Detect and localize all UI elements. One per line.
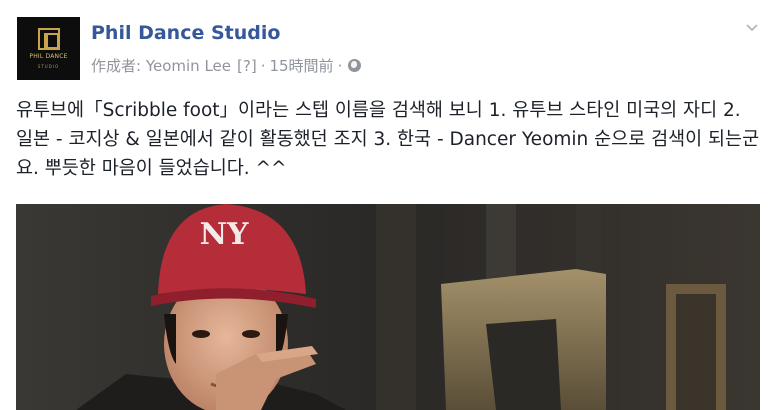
logo-subtext: STUDIO [37,64,60,69]
page-avatar[interactable]: PHIL DANCE STUDIO [17,17,80,80]
help-marker[interactable]: [?] [237,57,257,75]
post-meta: 作成者: Yeomin Lee [?] · 15時間前 · [91,55,362,76]
chevron-down-icon[interactable] [746,21,758,33]
cap-logo: NY [200,217,249,252]
post-timestamp[interactable]: 15時間前 [269,55,333,76]
post-body: 유투브에「Scribble foot」이라는 스텝 이름을 검색해 보니 1. … [16,100,760,179]
post-video-thumbnail[interactable]: NY [16,204,760,410]
meta-separator: · [260,56,266,75]
meta-separator: · [337,56,343,75]
studio-logo-icon [37,28,60,50]
logo-text: PHIL DANCE [29,53,68,60]
globe-icon[interactable] [348,59,362,72]
author-label[interactable]: 作成者: Yeomin Lee [91,55,231,76]
thumbnail-image: NY [16,204,760,410]
page-name-link[interactable]: Phil Dance Studio [91,22,280,44]
